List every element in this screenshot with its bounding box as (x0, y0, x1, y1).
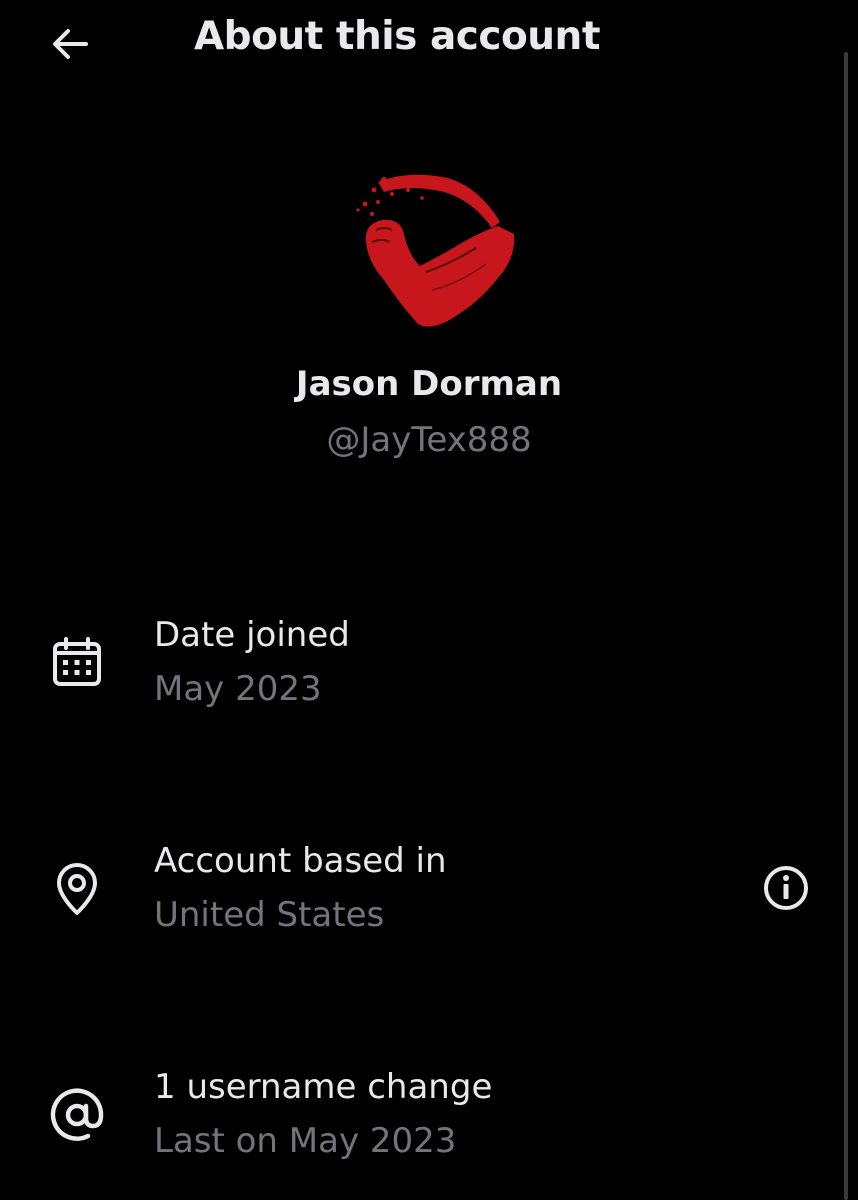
username-change-row: 1 username change Last on May 2023 (0, 1060, 858, 1170)
account-location-row: Account based in United States (0, 834, 858, 944)
username-change-label: 1 username change (154, 1067, 493, 1107)
at-sign-icon (46, 1084, 108, 1146)
location-pin-icon (46, 858, 108, 920)
account-location-text: Account based in United States (154, 834, 447, 942)
top-app-bar: About this account (0, 0, 858, 90)
account-location-value: United States (154, 895, 385, 935)
date-joined-label: Date joined (154, 615, 350, 655)
username-change-value: Last on May 2023 (154, 1121, 457, 1161)
flexed-arm-logo (356, 174, 515, 327)
display-name: Jason Dorman (295, 364, 563, 404)
username-handle: @JayTex888 (326, 420, 532, 460)
account-location-label: Account based in (154, 841, 447, 881)
back-button[interactable] (44, 18, 96, 70)
avatar (348, 168, 518, 338)
date-joined-value: May 2023 (154, 669, 322, 709)
calendar-icon (46, 632, 108, 694)
arrow-left-icon (53, 29, 88, 59)
username-change-text: 1 username change Last on May 2023 (154, 1060, 492, 1168)
info-button[interactable] (758, 860, 814, 916)
date-joined-text: Date joined May 2023 (154, 608, 350, 716)
info-icon (764, 866, 808, 910)
date-joined-row: Date joined May 2023 (0, 608, 858, 718)
page-title: About this account (194, 14, 600, 59)
